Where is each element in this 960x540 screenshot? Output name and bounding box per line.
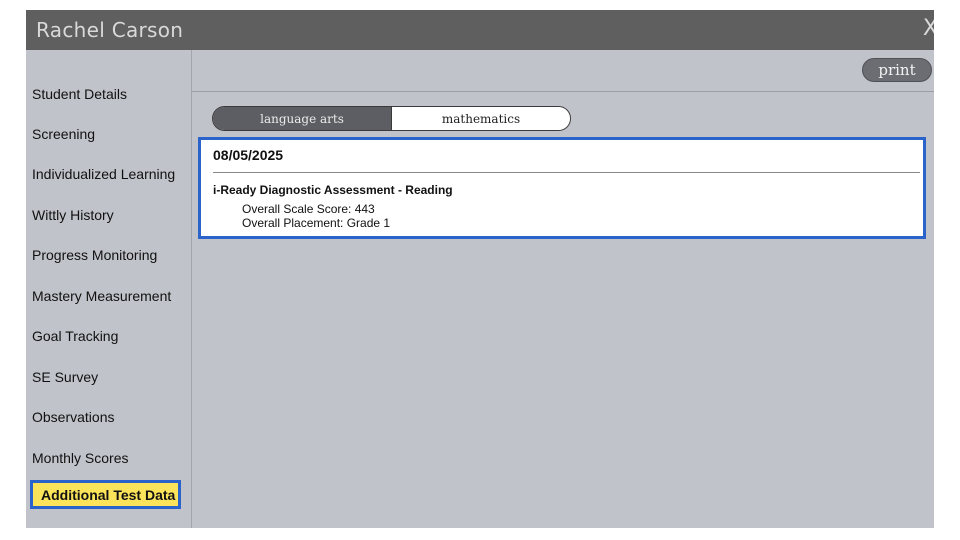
sidebar-item-wittly-history[interactable]: Wittly History: [32, 207, 114, 223]
sidebar-nav: Student Details Screening Individualized…: [26, 50, 192, 528]
sidebar-item-se-survey[interactable]: SE Survey: [32, 369, 98, 385]
overall-placement: Overall Placement: Grade 1: [242, 216, 391, 230]
sidebar-item-screening[interactable]: Screening: [32, 126, 95, 142]
sidebar-item-progress-monitoring[interactable]: Progress Monitoring: [32, 247, 157, 263]
card-divider: [213, 172, 920, 173]
overall-scale-score: Overall Scale Score: 443: [242, 202, 375, 216]
assessment-title: i-Ready Diagnostic Assessment - Reading: [213, 183, 453, 197]
sidebar-item-student-details[interactable]: Student Details: [32, 86, 127, 102]
test-date: 08/05/2025: [213, 147, 284, 163]
tab-mathematics[interactable]: mathematics: [391, 107, 570, 130]
sidebar-item-mastery-measurement[interactable]: Mastery Measurement: [32, 288, 171, 304]
main-panel: print language arts mathematics 08/05/20…: [192, 50, 934, 528]
student-window: Rachel Carson X Student Details Screenin…: [26, 10, 934, 528]
print-button[interactable]: print: [862, 58, 932, 82]
close-icon[interactable]: X: [923, 16, 934, 41]
test-result-card: 08/05/2025 i-Ready Diagnostic Assessment…: [198, 137, 926, 239]
title-bar: Rachel Carson X: [26, 10, 934, 50]
sidebar-item-individualized-learning[interactable]: Individualized Learning: [32, 166, 175, 182]
sidebar-item-goal-tracking[interactable]: Goal Tracking: [32, 328, 118, 344]
tab-language-arts[interactable]: language arts: [213, 107, 391, 130]
sidebar-item-observations[interactable]: Observations: [32, 409, 114, 425]
subject-tabs: language arts mathematics: [212, 106, 571, 131]
sidebar-item-monthly-scores[interactable]: Monthly Scores: [32, 450, 128, 466]
toolbar-divider: [192, 91, 934, 92]
sidebar-item-additional-test-data[interactable]: Additional Test Data: [30, 480, 181, 509]
student-name-title: Rachel Carson: [36, 18, 184, 42]
